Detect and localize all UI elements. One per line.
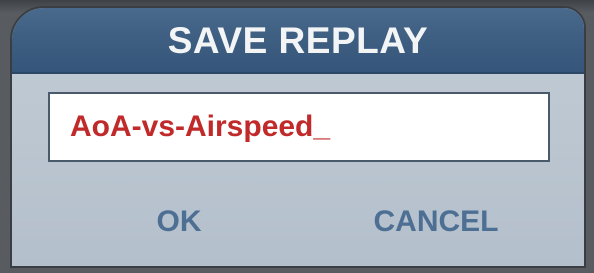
replay-name-value: AoA-vs-Airspeed_	[70, 110, 331, 143]
game-screen: SAVE REPLAY AoA-vs-Airspeed_ OK CANCEL	[0, 0, 594, 273]
dialog-body: AoA-vs-Airspeed_ OK CANCEL	[12, 74, 584, 266]
dialog-titlebar: SAVE REPLAY	[12, 8, 584, 74]
replay-name-input[interactable]: AoA-vs-Airspeed_	[48, 92, 550, 162]
ok-button[interactable]: OK	[124, 192, 234, 252]
dialog-title: SAVE REPLAY	[167, 20, 429, 61]
cancel-button[interactable]: CANCEL	[346, 192, 526, 252]
save-replay-dialog: SAVE REPLAY AoA-vs-Airspeed_ OK CANCEL	[10, 6, 586, 268]
